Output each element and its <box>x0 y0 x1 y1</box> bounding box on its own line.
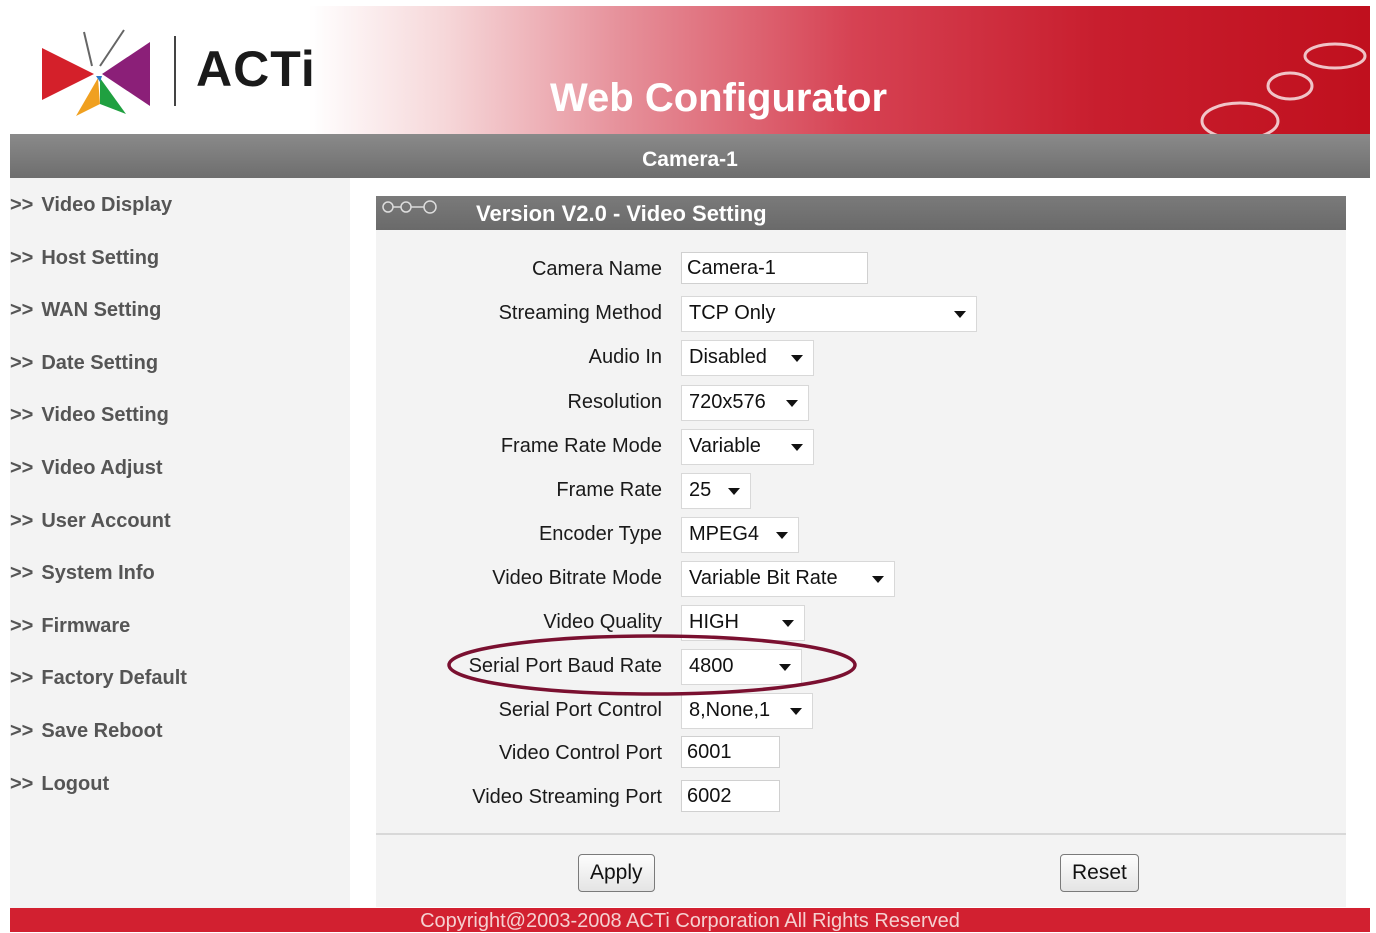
reset-button[interactable]: Reset <box>1060 854 1139 892</box>
frame-rate-select[interactable]: 25 <box>681 473 751 509</box>
video-bitrate-mode-value: Variable Bit Rate <box>689 567 838 589</box>
rings-header-icon <box>382 200 437 214</box>
camera-bar: Camera-1 <box>10 134 1370 178</box>
sidebar-item-wan-setting[interactable]: >> WAN Setting <box>10 299 161 322</box>
chevron-down-icon <box>790 708 802 715</box>
footer: Copyright@2003-2008 ACTi Corporation All… <box>10 908 1370 932</box>
sidebar-item-system-info[interactable]: >> System Info <box>10 562 155 585</box>
nav-arrow: >> <box>10 299 34 321</box>
sidebar-item-user-account[interactable]: >> User Account <box>10 510 171 533</box>
nav-arrow: >> <box>10 247 34 269</box>
nav-arrow: >> <box>10 667 34 689</box>
sidebar-item-label: WAN Setting <box>41 299 162 321</box>
audio-in-value: Disabled <box>689 346 767 368</box>
chevron-down-icon <box>791 355 803 362</box>
chevron-down-icon <box>728 488 740 495</box>
serial-port-control-label: Serial Port Control <box>498 699 662 721</box>
streaming-method-select[interactable]: TCP Only <box>681 296 977 332</box>
sidebar-item-factory-default[interactable]: >> Factory Default <box>10 667 187 690</box>
logo-divider <box>174 36 176 106</box>
sidebar-item-date-setting[interactable]: >> Date Setting <box>10 352 158 375</box>
chevron-down-icon <box>782 620 794 627</box>
camera-name-input[interactable]: Camera-1 <box>681 252 868 284</box>
chevron-down-icon <box>786 400 798 407</box>
sidebar-item-label: User Account <box>41 510 171 532</box>
nav-arrow: >> <box>10 510 34 532</box>
video-bitrate-mode-label: Video Bitrate Mode <box>492 567 662 589</box>
resolution-label: Resolution <box>567 391 662 413</box>
sidebar-item-logout[interactable]: >> Logout <box>10 773 109 796</box>
panel-title: Version V2.0 - Video Setting <box>476 201 767 226</box>
chevron-down-icon <box>776 532 788 539</box>
serial-port-control-value: 8,None,1 <box>689 699 771 721</box>
video-streaming-port-input[interactable]: 6002 <box>681 780 780 812</box>
streaming-method-label: Streaming Method <box>498 302 662 324</box>
frame-rate-label: Frame Rate <box>556 479 662 501</box>
nav-arrow: >> <box>10 194 34 216</box>
sidebar-item-firmware[interactable]: >> Firmware <box>10 615 130 638</box>
camera-title: Camera-1 <box>642 148 738 171</box>
streaming-method-value: TCP Only <box>689 302 776 324</box>
frame-rate-mode-value: Variable <box>689 435 761 457</box>
chevron-down-icon <box>791 444 803 451</box>
resolution-value: 720x576 <box>689 391 766 413</box>
encoder-type-label: Encoder Type <box>538 523 662 545</box>
sidebar-item-label: Factory Default <box>41 667 187 689</box>
encoder-type-select[interactable]: MPEG4 <box>681 517 799 553</box>
button-area: Apply Reset <box>376 835 1346 907</box>
nav-arrow: >> <box>10 562 34 584</box>
sidebar-item-label: Date Setting <box>41 352 159 374</box>
sidebar: >> Video Display >> Host Setting >> WAN Set… <box>10 178 350 908</box>
rings-decoration-icon <box>1200 42 1367 134</box>
video-streaming-port-label: Video Streaming Port <box>472 786 662 808</box>
sidebar-item-label: System Info <box>41 562 155 584</box>
nav-arrow: >> <box>10 404 34 426</box>
audio-in-label: Audio In <box>588 346 662 368</box>
sidebar-item-label: Firmware <box>41 615 131 637</box>
resolution-select[interactable]: 720x576 <box>681 385 809 421</box>
frame-rate-value: 25 <box>689 479 712 501</box>
frame-rate-mode-select[interactable]: Variable <box>681 429 814 465</box>
nav-arrow: >> <box>10 615 34 637</box>
video-quality-value: HIGH <box>689 611 739 633</box>
video-quality-label: Video Quality <box>543 611 662 633</box>
copyright-text: Copyright@2003-2008 ACTi Corporation All… <box>420 910 960 932</box>
chevron-down-icon <box>872 576 884 583</box>
sidebar-item-video-display[interactable]: >> Video Display <box>10 194 172 217</box>
camera-name-label: Camera Name <box>531 258 662 280</box>
sidebar-item-save-reboot[interactable]: >> Save Reboot <box>10 720 163 743</box>
video-bitrate-mode-select[interactable]: Variable Bit Rate <box>681 561 895 597</box>
sidebar-item-label: Video Display <box>41 194 173 216</box>
nav-arrow: >> <box>10 352 34 374</box>
sidebar-item-label: Save Reboot <box>41 720 163 742</box>
chevron-down-icon <box>779 664 791 671</box>
video-control-port-input[interactable]: 6001 <box>681 736 780 768</box>
frame-rate-mode-label: Frame Rate Mode <box>500 435 662 457</box>
sidebar-item-video-adjust[interactable]: >> Video Adjust <box>10 457 162 480</box>
serial-port-baud-rate-value: 4800 <box>689 655 734 677</box>
serial-port-baud-rate-select[interactable]: 4800 <box>681 649 802 685</box>
sidebar-item-video-setting[interactable]: >> Video Setting <box>10 404 169 427</box>
apply-button[interactable]: Apply <box>578 854 655 892</box>
sidebar-item-label: Host Setting <box>41 247 160 269</box>
nav-arrow: >> <box>10 773 34 795</box>
logo-text: ACTi <box>196 41 316 97</box>
sidebar-item-host-setting[interactable]: >> Host Setting <box>10 247 159 270</box>
sidebar-item-label: Video Adjust <box>41 457 163 479</box>
video-quality-select[interactable]: HIGH <box>681 605 805 641</box>
sidebar-item-label: Logout <box>41 773 110 795</box>
panel-header: Version V2.0 - Video Setting <box>376 196 1346 230</box>
nav-arrow: >> <box>10 720 34 742</box>
acti-logo-icon <box>42 29 150 116</box>
app-title: Web Configurator <box>550 76 888 120</box>
nav-arrow: >> <box>10 457 34 479</box>
sidebar-item-label: Video Setting <box>41 404 169 426</box>
serial-port-control-select[interactable]: 8,None,1 <box>681 693 813 729</box>
encoder-type-value: MPEG4 <box>689 523 760 545</box>
chevron-down-icon <box>954 311 966 318</box>
header-banner: ACTi Web Configurator <box>10 6 1370 134</box>
serial-port-baud-rate-label: Serial Port Baud Rate <box>468 655 662 677</box>
video-control-port-label: Video Control Port <box>498 742 662 764</box>
audio-in-select[interactable]: Disabled <box>681 340 814 376</box>
